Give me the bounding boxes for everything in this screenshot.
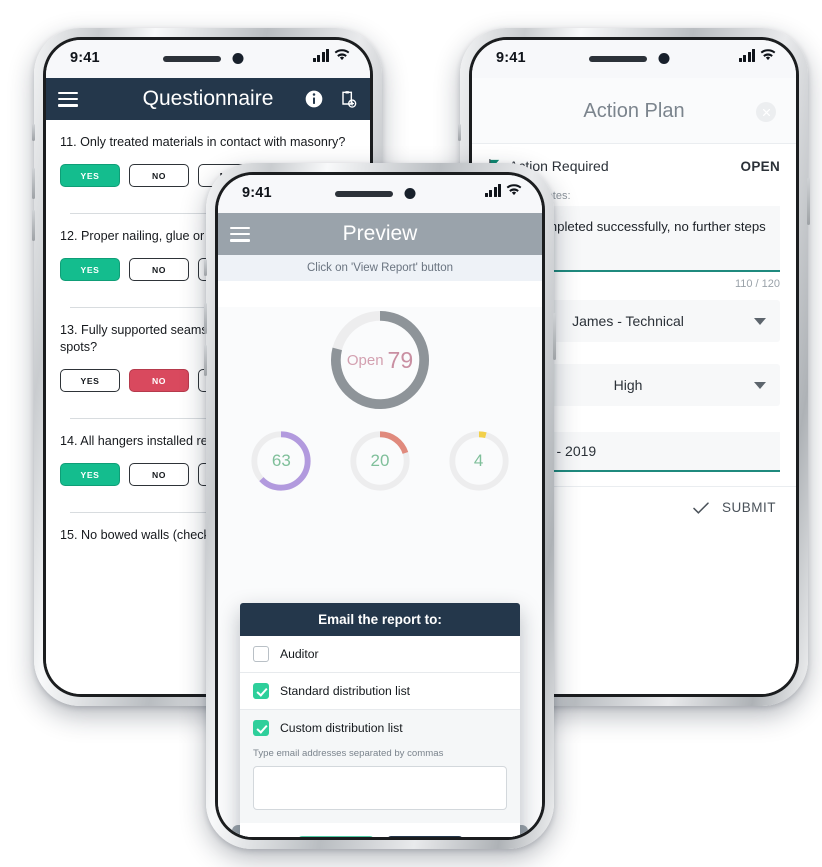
clipboard-add-icon[interactable]: [338, 89, 358, 109]
donut-chart-open: Open 79: [327, 307, 433, 413]
answer-yes-button[interactable]: YES: [60, 164, 120, 187]
action-required-label: Action Required: [509, 158, 609, 174]
phone-power-button[interactable]: [553, 313, 556, 360]
answer-yes-button[interactable]: YES: [60, 369, 120, 392]
screenshot-stage: 9:41 Questionnaire 11. Only treated mate…: [0, 0, 822, 867]
dialog-title: Email the report to:: [240, 603, 520, 636]
preview-screen: 9:41 Preview Click on 'View Report' butt…: [218, 175, 542, 837]
phone-mute-switch[interactable]: [458, 124, 461, 141]
signal-bars-icon: [484, 184, 501, 197]
phone-volume-up-button[interactable]: [204, 303, 207, 334]
donut-value: 20: [370, 451, 390, 470]
answer-no-button[interactable]: NO: [129, 164, 189, 187]
wifi-icon: [760, 49, 776, 61]
donut-value: 4: [473, 451, 484, 470]
phone-front-camera: [404, 188, 416, 199]
info-icon[interactable]: [304, 89, 324, 109]
wifi-icon: [506, 184, 522, 196]
question-text: 11. Only treated materials in contact wi…: [60, 135, 346, 149]
phone-bezel: 9:41 Preview Click on 'View Report' butt…: [215, 172, 545, 840]
phone-mute-switch[interactable]: [32, 124, 35, 141]
dialog-option-row[interactable]: Standard distribution list: [240, 673, 520, 710]
answer-yes-button[interactable]: YES: [60, 258, 120, 281]
answer-no-button[interactable]: NO: [129, 463, 189, 486]
preview-phone: 9:41 Preview Click on 'View Report' butt…: [204, 163, 556, 849]
preview-hint: Click on 'View Report' button: [218, 255, 542, 281]
dialog-option-row[interactable]: Custom distribution list: [240, 710, 520, 746]
donut-label: Open 79: [327, 307, 433, 413]
email-addresses-input[interactable]: [253, 766, 507, 810]
checkbox-custom-distribution-list[interactable]: [253, 720, 269, 736]
dialog-option-row[interactable]: Auditor: [240, 636, 520, 673]
answer-no-button[interactable]: NO: [129, 258, 189, 281]
questionnaire-appbar: Questionnaire: [46, 78, 370, 120]
phone-volume-down-button[interactable]: [204, 345, 207, 376]
option-label: Custom distribution list: [280, 721, 403, 735]
phone-mute-switch[interactable]: [204, 259, 207, 276]
donut-label-text: Open: [346, 351, 384, 369]
action-plan-header: Action Plan: [472, 78, 796, 143]
donut-value: 79: [387, 346, 414, 373]
option-label: Standard distribution list: [280, 684, 411, 698]
status-bar-time: 9:41: [242, 185, 272, 201]
status-bar-time: 9:41: [70, 50, 100, 66]
send-button[interactable]: Send: [297, 836, 374, 837]
check-icon: [693, 502, 709, 514]
phone-speaker: [335, 191, 393, 197]
donut-chart-small-3: 4: [447, 429, 511, 493]
status-bar-indicators: [738, 49, 777, 62]
status-bar-indicators: [312, 49, 351, 62]
dialog-buttons: Send Cancel: [240, 823, 520, 837]
status-badge: OPEN: [740, 158, 780, 174]
submit-button[interactable]: SUBMIT: [722, 500, 776, 515]
status-bar: 9:41: [218, 175, 542, 213]
hamburger-menu-icon[interactable]: [58, 91, 78, 107]
email-report-dialog: Email the report to: Auditor Standard di…: [240, 603, 520, 837]
phone-front-camera: [232, 53, 244, 64]
donut-row: 63 20 4: [218, 429, 542, 493]
email-input-hint: Type email addresses separated by commas: [240, 746, 520, 766]
close-circle-icon[interactable]: [756, 102, 776, 122]
signal-bars-icon: [738, 49, 755, 62]
phone-speaker: [589, 56, 647, 62]
chevron-down-icon: [754, 381, 766, 389]
donut-chart-small-2: 20: [348, 429, 412, 493]
page-title: Action Plan: [583, 100, 685, 122]
submit-group[interactable]: SUBMIT: [692, 500, 776, 515]
wifi-icon: [334, 49, 350, 61]
preview-body: Open 79 63 20 4 Email the report to: Aud…: [218, 307, 542, 837]
hamburger-menu-icon[interactable]: [230, 226, 250, 242]
appbar-actions: [304, 89, 358, 109]
status-bar-indicators: [484, 184, 523, 197]
phone-power-button[interactable]: [807, 178, 810, 225]
preview-appbar: Preview: [218, 213, 542, 255]
cancel-button[interactable]: Cancel: [386, 836, 463, 837]
chevron-down-icon: [754, 317, 766, 325]
phone-volume-up-button[interactable]: [32, 168, 35, 199]
option-label: Auditor: [280, 647, 319, 661]
donut-chart-small-1: 63: [249, 429, 313, 493]
phone-front-camera: [658, 53, 670, 64]
phone-volume-down-button[interactable]: [32, 210, 35, 241]
phone-speaker: [163, 56, 221, 62]
signal-bars-icon: [312, 49, 329, 62]
status-bar: 9:41: [46, 40, 370, 78]
status-bar: 9:41: [472, 40, 796, 78]
email-input-wrap: [240, 766, 520, 823]
page-title: Preview: [342, 222, 418, 245]
checkbox-auditor[interactable]: [253, 646, 269, 662]
donut-value: 63: [271, 451, 291, 470]
checkbox-standard-distribution-list[interactable]: [253, 683, 269, 699]
answer-no-button[interactable]: NO: [129, 369, 189, 392]
status-bar-time: 9:41: [496, 50, 526, 66]
answer-yes-button[interactable]: YES: [60, 463, 120, 486]
